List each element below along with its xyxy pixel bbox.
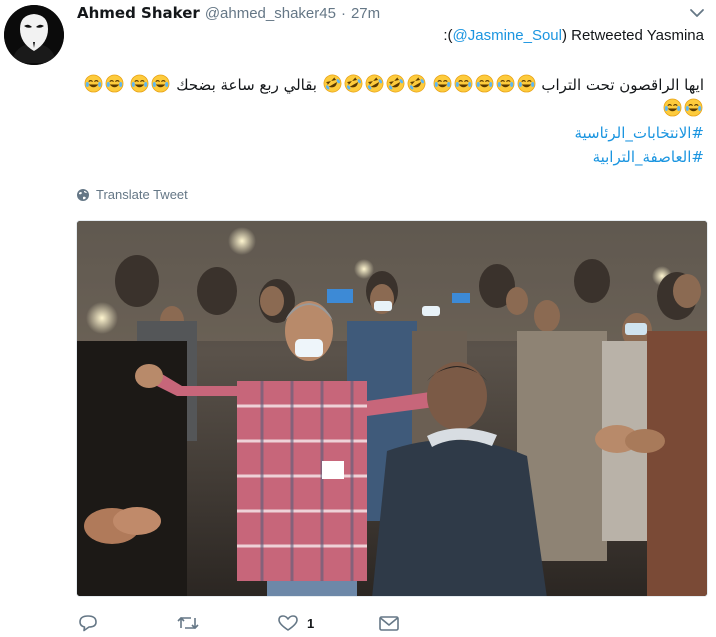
like-count: 1 [307,615,315,631]
face-with-tears-of-joy-emoji [517,74,535,93]
timestamp[interactable]: 27m [351,5,380,22]
envelope-icon [379,616,399,631]
reply-icon [79,615,97,632]
face-with-tears-of-joy-emoji [684,98,703,117]
face-with-tears-of-joy-emoji [152,74,170,93]
tweet-action-bar: 1 [76,614,476,636]
rolling-on-the-floor-laughing-emoji [344,74,363,93]
hashtag-link[interactable]: #الانتخابات_الرئاسية [82,121,704,145]
rolling-on-the-floor-laughing-emoji [365,74,384,93]
tweet-photo[interactable] [76,220,708,597]
translate-label: Translate Tweet [96,187,188,202]
avatar[interactable] [4,5,64,65]
author-name[interactable]: Ahmed Shaker [77,4,200,22]
tweet-header: Ahmed Shaker @ahmed_shaker45 · 27m [77,2,380,24]
rolling-on-the-floor-laughing-emoji [407,74,426,93]
emoji-group-2 [317,74,427,94]
retweet-prefix: :( [443,27,453,44]
face-with-tears-of-joy-emoji [663,98,682,117]
face-with-tears-of-joy-emoji [475,74,493,93]
rolling-on-the-floor-laughing-emoji [323,74,342,93]
retweet-mention[interactable]: @Jasmine_Soul [453,27,562,44]
translate-tweet-link[interactable]: Translate Tweet [76,187,188,202]
tweet-text-part1: ايها الراقصون تحت التراب [541,76,704,94]
hashtag-link[interactable]: #العاصفة_الترابية [82,145,704,169]
retweet-button[interactable] [176,614,208,632]
author-handle[interactable]: @ahmed_shaker45 [205,5,336,22]
chevron-down-icon[interactable] [688,5,706,19]
tweet-text-line: ايها الراقصون تحت التراب بقالي ربع ساعة … [82,73,704,121]
like-button[interactable]: 1 [277,614,314,632]
retweet-suffix: ) Retweeted Yasmina [561,27,704,44]
face-with-tears-of-joy-emoji [433,74,451,93]
face-with-tears-of-joy-emoji [454,74,472,93]
retweet-context: :(@Jasmine_Soul) Retweeted Yasmina [443,27,704,44]
rolling-on-the-floor-laughing-emoji [386,74,405,93]
emoji-group-1 [427,74,537,94]
direct-message-button[interactable] [378,614,408,632]
face-with-tears-of-joy-emoji [496,74,514,93]
heart-icon [278,615,298,631]
tweet-text: ايها الراقصون تحت التراب بقالي ربع ساعة … [82,73,704,169]
reply-button[interactable] [78,614,106,632]
face-with-tears-of-joy-emoji [84,74,103,93]
globe-icon [77,188,89,201]
tweet-text-part2: بقالي ربع ساعة بضحك [176,76,317,94]
face-with-tears-of-joy-emoji [105,74,124,93]
retweet-icon [177,617,199,629]
separator-dot: · [340,4,346,22]
face-with-tears-of-joy-emoji [131,74,149,93]
